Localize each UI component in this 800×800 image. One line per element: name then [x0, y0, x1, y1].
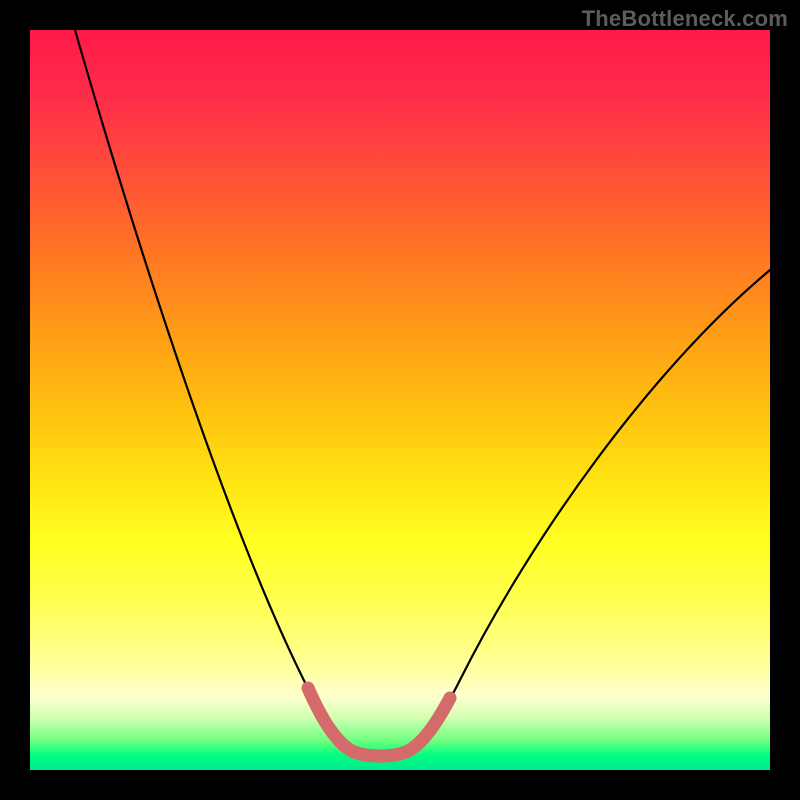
watermark-text: TheBottleneck.com: [582, 6, 788, 32]
